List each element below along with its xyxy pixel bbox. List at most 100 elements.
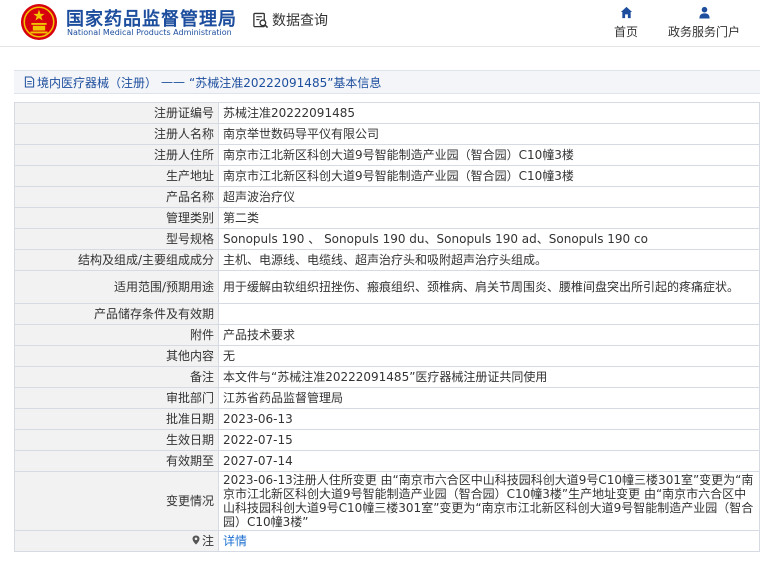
user-icon xyxy=(698,6,710,19)
national-emblem-logo xyxy=(20,3,58,41)
field-label-text: 型号规格 xyxy=(165,232,214,246)
field-label-text: 注册人名称 xyxy=(153,127,214,141)
table-row: 其他内容无 xyxy=(14,345,760,367)
field-value: 江苏省药品监督管理局 xyxy=(218,387,760,409)
field-value-text: 第二类 xyxy=(223,211,260,225)
field-value-text: 2023-06-13 xyxy=(223,412,293,426)
nav-service-portal[interactable]: 政务服务门户 xyxy=(668,6,740,40)
field-label: 变更情况 xyxy=(14,471,219,531)
details-link[interactable]: 详情 xyxy=(223,534,247,548)
field-value-text: 苏械注准20222091485 xyxy=(223,106,355,120)
field-label-text: 结构及组成/主要组成成分 xyxy=(77,253,214,267)
field-label-text: 有效期至 xyxy=(165,454,214,468)
nav-home[interactable]: 首页 xyxy=(614,6,638,40)
field-label: 产品储存条件及有效期 xyxy=(14,303,219,325)
field-label: 型号规格 xyxy=(14,228,219,250)
field-label: 注册人名称 xyxy=(14,123,219,145)
field-label-text: 生效日期 xyxy=(165,433,214,447)
data-query-link[interactable]: 数据查询 xyxy=(252,10,328,30)
field-value: 无 xyxy=(218,345,760,367)
field-value: 第二类 xyxy=(218,207,760,229)
field-value: 产品技术要求 xyxy=(218,324,760,346)
field-label-text: 附件 xyxy=(189,328,214,342)
field-value: 2027-07-14 xyxy=(218,450,760,472)
field-label: 结构及组成/主要组成成分 xyxy=(14,249,219,271)
field-label: 适用范围/预期用途 xyxy=(14,270,219,304)
field-value: 详情 xyxy=(218,530,760,552)
field-label: 生产地址 xyxy=(14,165,219,187)
field-label: 产品名称 xyxy=(14,186,219,208)
field-value: 南京市江北新区科创大道9号智能制造产业园（智合园）C10幢3楼 xyxy=(218,165,760,187)
breadcrumb-separator: —— xyxy=(161,75,186,89)
table-row: 结构及组成/主要组成成分 主机、电源线、电缆线、超声治疗头和吸附超声治疗头组成。 xyxy=(14,249,760,271)
field-value: 主机、电源线、电缆线、超声治疗头和吸附超声治疗头组成。 xyxy=(218,249,760,271)
table-row: 注册证编号 苏械注准20222091485 xyxy=(14,102,760,124)
breadcrumb: 境内医疗器械（注册） —— “苏械注准20222091485”基本信息 xyxy=(14,70,760,94)
search-document-icon xyxy=(253,12,269,28)
field-label-text: 产品名称 xyxy=(165,190,214,204)
field-label-text: 管理类别 xyxy=(165,211,214,225)
field-label-text: 生产地址 xyxy=(165,169,214,183)
table-row: 生效日期 2022-07-15 xyxy=(14,429,760,451)
field-value-text: 产品技术要求 xyxy=(223,328,296,342)
table-row: 审批部门 江苏省药品监督管理局 xyxy=(14,387,760,409)
table-row: 管理类别 第二类 xyxy=(14,207,760,229)
field-value xyxy=(218,303,760,325)
table-row: 有效期至 2027-07-14 xyxy=(14,450,760,472)
field-label-text: 注册证编号 xyxy=(153,106,214,120)
field-value: 南京市江北新区科创大道9号智能制造产业园（智合园）C10幢3楼 xyxy=(218,144,760,166)
nav-portal-label: 政务服务门户 xyxy=(668,25,741,39)
table-row: 型号规格 Sonopuls 190 、 Sonopuls 190 du、Sonop… xyxy=(14,228,760,250)
field-value-text: 主机、电源线、电缆线、超声治疗头和吸附超声治疗头组成。 xyxy=(223,253,548,267)
table-row: 生产地址 南京市江北新区科创大道9号智能制造产业园（智合园）C10幢3楼 xyxy=(14,165,760,187)
table-row: 注详情 xyxy=(14,530,760,552)
field-value: 2023-06-13注册人住所变更 由“南京市六合区中山科技园科创大道9号C10… xyxy=(218,471,760,531)
field-label-text: 适用范围/预期用途 xyxy=(113,280,214,294)
field-value-text: 2027-07-14 xyxy=(223,454,293,468)
field-label: 其他内容 xyxy=(14,345,219,367)
field-label-text: 批准日期 xyxy=(165,412,214,426)
field-value-text: 超声波治疗仪 xyxy=(223,190,296,204)
site-header: 国家药品监督管理局 National Medical Products Admi… xyxy=(0,0,760,47)
home-icon xyxy=(620,6,632,19)
field-value: 用于缓解由软组织扭挫伤、瘢痕组织、颈椎病、肩关节周围炎、腰椎间盘突出所引起的疼痛… xyxy=(218,270,760,304)
field-label-text: 变更情况 xyxy=(165,494,214,508)
breadcrumb-title: “苏械注准20222091485”基本信息 xyxy=(189,75,382,90)
field-label: 批准日期 xyxy=(14,408,219,430)
field-value-text: 2023-06-13注册人住所变更 由“南京市六合区中山科技园科创大道9号C10… xyxy=(223,473,754,529)
table-row: 适用范围/预期用途 用于缓解由软组织扭挫伤、瘢痕组织、颈椎病、肩关节周围炎、腰椎间… xyxy=(14,270,760,304)
field-label-text: 产品储存条件及有效期 xyxy=(93,307,214,321)
table-row: 变更情况 2023-06-13注册人住所变更 由“南京市六合区中山科技园科创大道9… xyxy=(14,471,760,531)
table-row: 产品储存条件及有效期 xyxy=(14,303,760,325)
breadcrumb-section[interactable]: 境内医疗器械（注册） xyxy=(37,74,157,91)
field-label-text: 注 xyxy=(201,534,214,548)
field-label: 管理类别 xyxy=(14,207,219,229)
field-label: 审批部门 xyxy=(14,387,219,409)
field-value-text: 2022-07-15 xyxy=(223,433,293,447)
record-detail-table: 注册证编号 苏械注准20222091485 注册人名称 南京举世数码导平仪有限公司 注册… xyxy=(14,102,760,552)
field-label: 有效期至 xyxy=(14,450,219,472)
field-value: 2022-07-15 xyxy=(218,429,760,451)
data-query-label: 数据查询 xyxy=(272,13,328,29)
field-value-text: 南京市江北新区科创大道9号智能制造产业园（智合园）C10幢3楼 xyxy=(223,169,574,183)
field-value-text: 本文件与“苏械注准20222091485”医疗器械注册证共同使用 xyxy=(223,370,548,384)
field-label-text: 审批部门 xyxy=(165,391,214,405)
field-label-text: 注册人住所 xyxy=(153,148,214,162)
field-label: 附件 xyxy=(14,324,219,346)
field-value-text: 用于缓解由软组织扭挫伤、瘢痕组织、颈椎病、肩关节周围炎、腰椎间盘突出所引起的疼痛… xyxy=(223,280,740,294)
field-value: 苏械注准20222091485 xyxy=(218,102,760,124)
field-label-text: 备注 xyxy=(189,370,214,384)
field-label-text: 其他内容 xyxy=(165,349,214,363)
field-value-text: 南京举世数码导平仪有限公司 xyxy=(223,127,380,141)
table-row: 产品名称 超声波治疗仪 xyxy=(14,186,760,208)
field-value: 超声波治疗仪 xyxy=(218,186,760,208)
table-row: 备注 本文件与“苏械注准20222091485”医疗器械注册证共同使用 xyxy=(14,366,760,388)
field-value: Sonopuls 190 、 Sonopuls 190 du、Sonopuls … xyxy=(218,228,760,250)
table-row: 注册人住所 南京市江北新区科创大道9号智能制造产业园（智合园）C10幢3楼 xyxy=(14,144,760,166)
field-label: 生效日期 xyxy=(14,429,219,451)
nav-home-label: 首页 xyxy=(614,25,639,39)
field-label: 注册证编号 xyxy=(14,102,219,124)
document-icon xyxy=(24,76,35,88)
field-value: 2023-06-13 xyxy=(218,408,760,430)
field-label: 备注 xyxy=(14,366,219,388)
